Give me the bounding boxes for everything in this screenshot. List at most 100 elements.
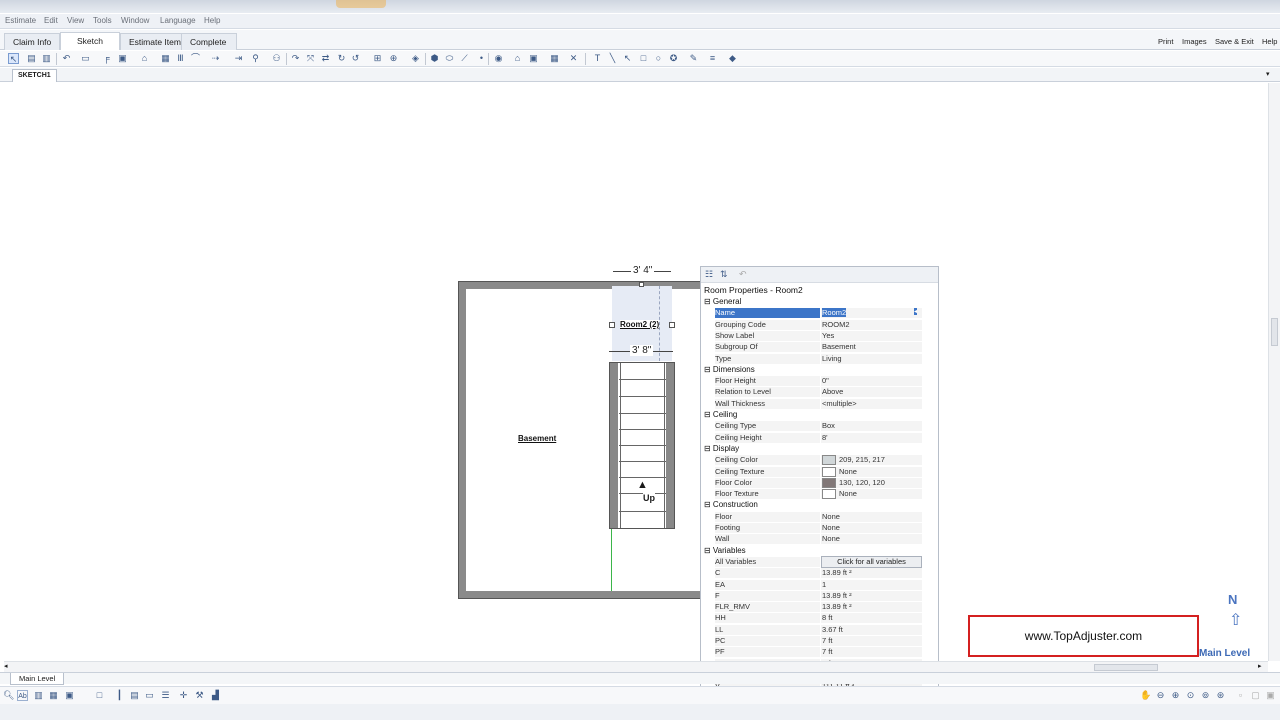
- rectangle-tool-icon[interactable]: □: [638, 53, 649, 64]
- property-value[interactable]: None: [821, 511, 922, 522]
- main-level-tab[interactable]: Main Level: [10, 673, 65, 685]
- vertical-scroll-thumb[interactable]: [1271, 318, 1278, 346]
- split-wall-icon[interactable]: ⇢: [210, 53, 221, 64]
- doc-menu-icon[interactable]: ▾: [1266, 70, 1270, 78]
- vertical-scrollbar[interactable]: [1268, 83, 1280, 661]
- menu-language[interactable]: Language: [160, 16, 196, 25]
- help-link[interactable]: Help: [1262, 37, 1277, 46]
- save-exit-link[interactable]: Save & Exit: [1215, 37, 1254, 46]
- property-value[interactable]: Living: [821, 353, 922, 364]
- zoom-tool-icon[interactable]: 🔍︎: [3, 690, 14, 701]
- property-value[interactable]: 7 ft: [821, 636, 922, 646]
- ceiling-view-icon[interactable]: ☰: [160, 690, 171, 701]
- property-value[interactable]: 7 ft: [821, 647, 922, 658]
- window-tile-icon[interactable]: ▣: [1265, 690, 1276, 701]
- floor-plane-icon[interactable]: ⬭: [444, 53, 455, 64]
- join-icon[interactable]: ⇥: [233, 53, 244, 64]
- window-cascade-icon[interactable]: ▢: [1250, 690, 1261, 701]
- arc-tool-icon[interactable]: ⌒: [190, 53, 201, 64]
- properties-undo-icon[interactable]: ↶: [739, 269, 747, 280]
- categorized-icon[interactable]: ☷: [705, 269, 713, 280]
- room2-label[interactable]: Room2 (2): [620, 320, 660, 329]
- tab-claim-info[interactable]: Claim Info: [4, 33, 61, 50]
- expand-arrow-icon[interactable]: ◂: [914, 308, 918, 316]
- undo-icon[interactable]: ↶: [61, 53, 72, 64]
- zoom-window-icon[interactable]: ⊙: [1185, 690, 1196, 701]
- floor-view-icon[interactable]: ▭: [144, 690, 155, 701]
- mirror-icon[interactable]: ⇄: [320, 53, 331, 64]
- line-weight-icon[interactable]: ≡: [707, 53, 718, 64]
- menu-window[interactable]: Window: [121, 16, 149, 25]
- property-row-pf[interactable]: PF 7 ft: [701, 647, 938, 658]
- room-tool-icon[interactable]: ▭: [80, 53, 91, 64]
- menu-edit[interactable]: Edit: [44, 16, 58, 25]
- property-row-c[interactable]: C 13.89 ft ²: [701, 568, 938, 579]
- all-variables-button[interactable]: Click for all variables: [821, 555, 922, 568]
- window-tool-icon[interactable]: ⌂: [139, 53, 150, 64]
- selection-handle[interactable]: [669, 322, 675, 328]
- pan-icon[interactable]: ✋: [1140, 690, 1151, 701]
- dimension-icon[interactable]: ▥: [33, 690, 44, 701]
- property-row-show-label[interactable]: Show Label Yes: [701, 330, 938, 342]
- zoom-out-icon[interactable]: ⊖: [1155, 690, 1166, 701]
- wall-tool-icon[interactable]: ╒: [101, 53, 112, 64]
- property-value[interactable]: 130, 120, 120: [821, 477, 922, 488]
- arrow-tool-icon[interactable]: ↖: [622, 53, 633, 64]
- category-ceiling[interactable]: ⊟ Ceiling: [701, 410, 938, 421]
- property-row-wall-thickness[interactable]: Wall Thickness <multiple>: [701, 398, 938, 410]
- rotate-angle-icon[interactable]: ↺: [350, 53, 361, 64]
- stairs-tool-icon[interactable]: ▦: [160, 53, 171, 64]
- select-tool-icon[interactable]: ↖: [8, 53, 19, 64]
- property-row-pc[interactable]: PC 7 ft: [701, 636, 938, 647]
- image-icon[interactable]: ▣: [528, 53, 539, 64]
- crosshair-icon[interactable]: ✛: [178, 690, 189, 701]
- property-row-ll[interactable]: LL 3.67 ft: [701, 624, 938, 636]
- category-dimensions[interactable]: ⊟ Dimensions: [701, 365, 938, 376]
- property-row-floor-height[interactable]: Floor Height 0": [701, 376, 938, 387]
- stamp-view-icon[interactable]: ⚒: [194, 690, 205, 701]
- menu-help[interactable]: Help: [204, 16, 220, 25]
- property-value[interactable]: 13.89 ft ²: [821, 568, 922, 579]
- property-row-name[interactable]: Name Room2 ◂: [701, 308, 938, 319]
- property-row-type[interactable]: Type Living: [701, 353, 938, 365]
- property-row-footing[interactable]: Footing None: [701, 523, 938, 534]
- property-value[interactable]: Basement: [821, 342, 922, 353]
- property-value[interactable]: Yes: [821, 330, 922, 341]
- menu-estimate[interactable]: Estimate: [5, 16, 36, 25]
- menu-view[interactable]: View: [67, 16, 84, 25]
- property-value[interactable]: 1: [821, 579, 922, 590]
- property-row-f[interactable]: F 13.89 ft ²: [701, 590, 938, 602]
- wall-view-icon[interactable]: ▤: [129, 690, 140, 701]
- column-tool-icon[interactable]: Ⅲ: [175, 53, 186, 64]
- property-row-ceiling-type[interactable]: Ceiling Type Box: [701, 421, 938, 432]
- text-label-icon[interactable]: Ab: [17, 690, 28, 701]
- selection-handle[interactable]: [639, 282, 644, 287]
- property-row-floor-texture[interactable]: Floor Texture None: [701, 489, 938, 500]
- ellipse-tool-icon[interactable]: ○: [653, 53, 664, 64]
- stamp-icon[interactable]: ⚲: [250, 53, 261, 64]
- layers-icon[interactable]: ◈: [410, 53, 421, 64]
- rotate-left-icon[interactable]: ↷: [290, 53, 301, 64]
- property-value[interactable]: Room2 ◂: [821, 308, 922, 319]
- property-value[interactable]: 209, 215, 217: [821, 455, 922, 466]
- property-value[interactable]: ROOM2: [821, 319, 922, 330]
- print-link[interactable]: Print: [1158, 37, 1173, 46]
- property-value[interactable]: 13.89 ft ²: [821, 590, 922, 601]
- line-green-icon[interactable]: ⟋: [459, 53, 470, 64]
- copy-icon[interactable]: ▤: [26, 53, 37, 64]
- property-value[interactable]: 13.89 ft ²: [821, 602, 922, 613]
- fill-icon[interactable]: ◆: [727, 53, 738, 64]
- scroll-left-icon[interactable]: ◂: [4, 662, 8, 670]
- horizontal-scrollbar[interactable]: ◂ ▸: [4, 661, 1268, 672]
- category-display[interactable]: ⊟ Display: [701, 444, 938, 455]
- scroll-right-icon[interactable]: ▸: [1258, 662, 1262, 670]
- sketch1-tab[interactable]: SKETCH1: [12, 69, 57, 82]
- property-value[interactable]: 0": [821, 376, 922, 387]
- property-value[interactable]: 8': [821, 432, 922, 443]
- roof-icon[interactable]: ⌂: [512, 53, 523, 64]
- up-level-icon[interactable]: ⊕: [388, 53, 399, 64]
- text-tool-icon[interactable]: T: [592, 53, 603, 64]
- zoom-in-icon[interactable]: ⊕: [1170, 690, 1181, 701]
- paste-icon[interactable]: ▥: [41, 53, 52, 64]
- pen-color-icon[interactable]: ✎: [688, 53, 699, 64]
